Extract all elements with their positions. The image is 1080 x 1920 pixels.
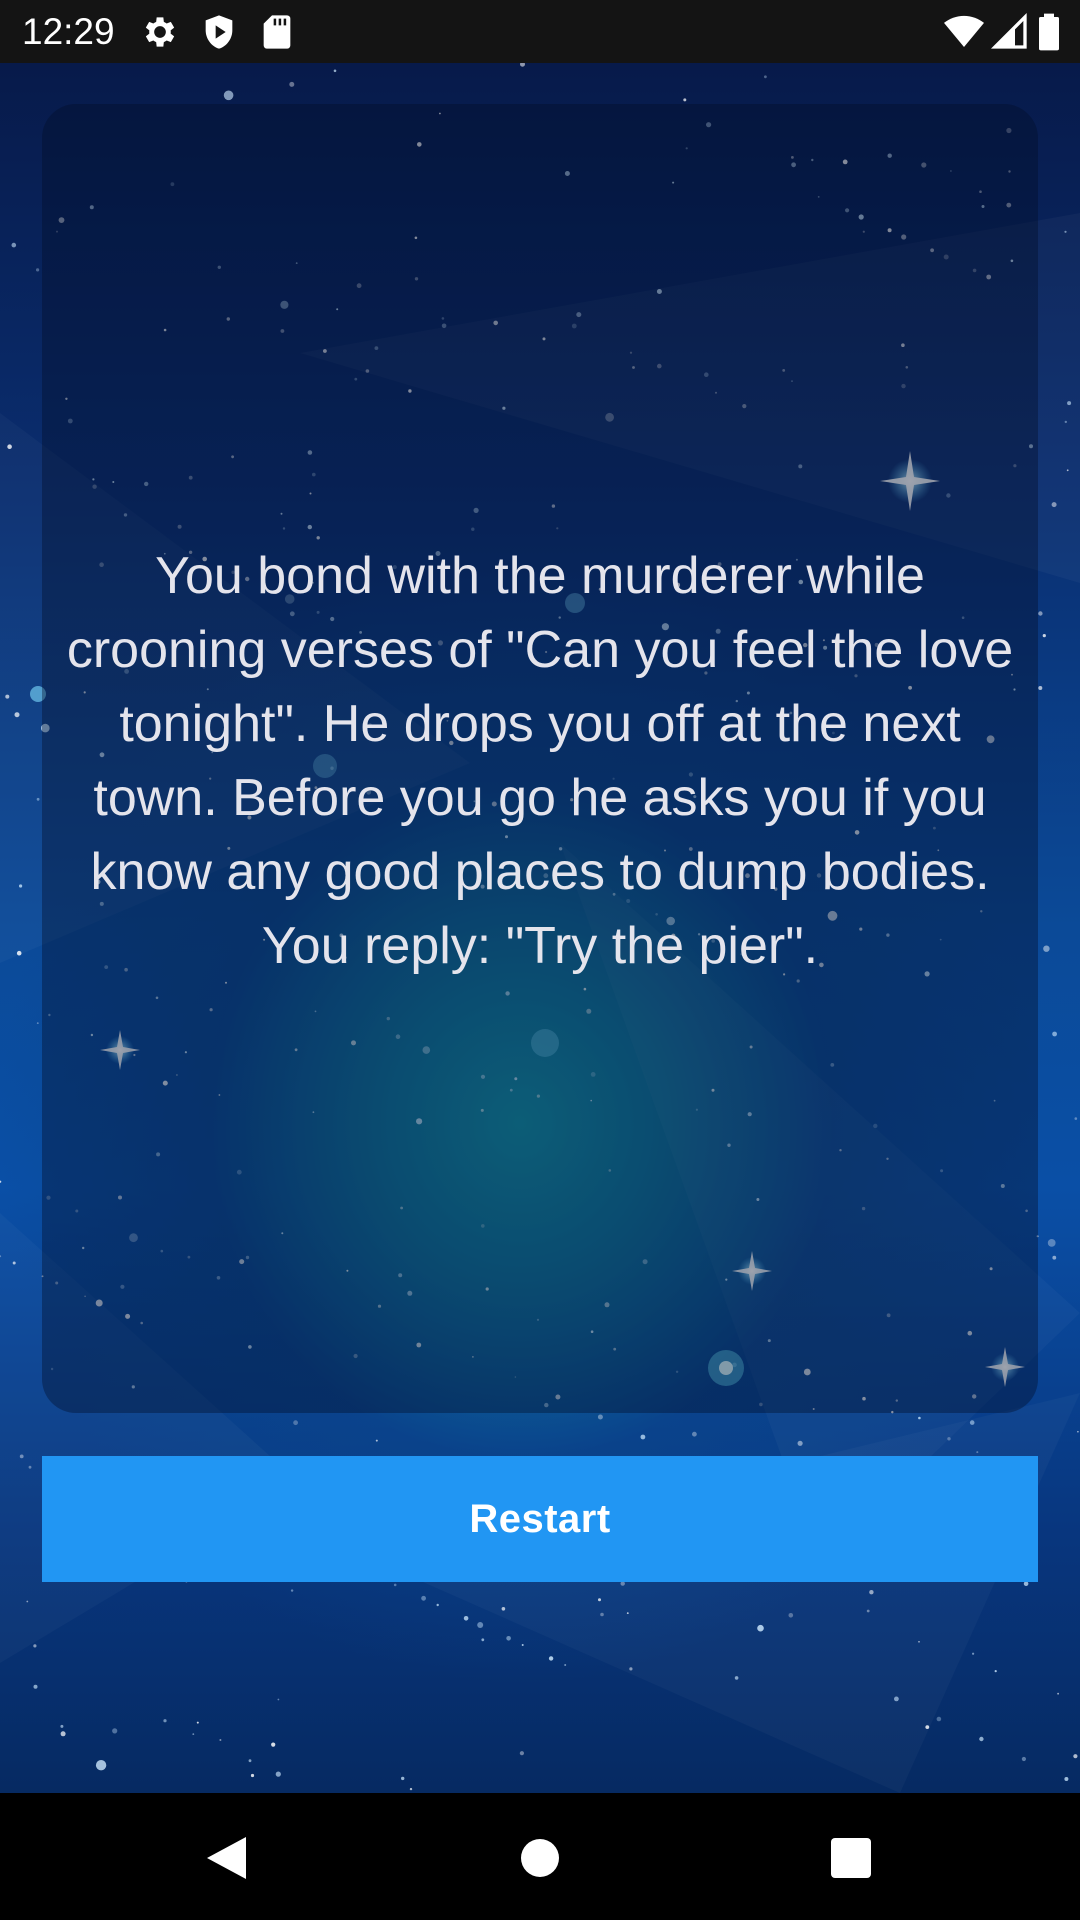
back-icon[interactable] [190,1823,260,1893]
sd-card-icon [257,12,297,52]
story-text: You bond with the murderer while croonin… [66,547,1014,975]
navigation-bar [0,1793,1080,1920]
recents-icon[interactable] [816,1823,886,1893]
cell-signal-icon [990,12,1030,52]
status-time: 12:29 [22,11,115,52]
app-background: You bond with the murderer while croonin… [0,63,1080,1793]
shield-icon [199,12,239,52]
battery-icon [1036,12,1062,52]
status-bar: 12:29 [0,0,1080,63]
restart-button[interactable]: Restart [42,1456,1038,1582]
home-icon[interactable] [505,1823,575,1893]
wifi-icon [942,12,986,52]
gear-icon [140,12,180,52]
